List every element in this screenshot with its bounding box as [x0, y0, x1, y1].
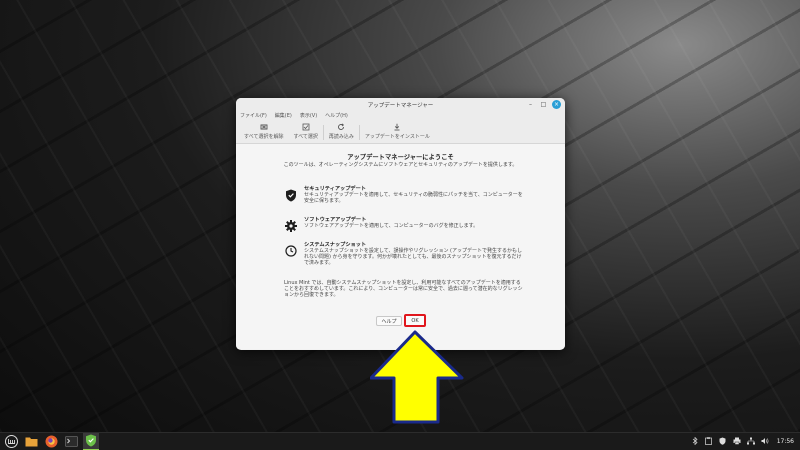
feature-description: ソフトウェアアップデートを適用して、コンピューターのバグを修正します。	[304, 223, 479, 229]
update-tray-icon[interactable]	[719, 437, 727, 447]
feature-system-snapshots: システムスナップショット システムスナップショットを設定して、誤操作やリグレッシ…	[284, 242, 524, 266]
feature-security-updates: セキュリティアップデート セキュリティアップデートを適用して、セキュリティの脆弱…	[284, 186, 524, 204]
deselect-all-label: すべて選択を解除	[244, 134, 284, 140]
window-controls: – □ ×	[526, 100, 561, 109]
help-button[interactable]: ヘルプ	[376, 316, 402, 326]
firefox-icon[interactable]	[43, 434, 59, 450]
welcome-description: このツールは、オペレーティングシステムにソフトウェアとセキュリティのアップデート…	[283, 162, 518, 168]
select-all-button[interactable]: すべて選択	[288, 121, 322, 143]
recommendation-note: Linux Mint では、自動システムスナップショットを設定し、利用可能なすべ…	[284, 280, 523, 298]
menu-help[interactable]: ヘルプ(H)	[325, 112, 348, 121]
clipboard-icon[interactable]	[705, 436, 713, 447]
minimize-button[interactable]: –	[526, 100, 535, 109]
taskbar: 17:56	[0, 432, 800, 450]
menu-file[interactable]: ファイル(F)	[240, 112, 267, 121]
refresh-label: 再読み込み	[328, 134, 354, 140]
ok-button[interactable]: OK	[404, 314, 426, 327]
terminal-icon[interactable]	[63, 434, 79, 450]
refresh-icon	[337, 123, 345, 132]
bluetooth-icon[interactable]	[691, 436, 699, 447]
feature-software-updates: ソフトウェアアップデート ソフトウェアアップデートを適用して、コンピューターのバ…	[284, 217, 524, 233]
download-icon	[393, 123, 401, 132]
window-titlebar[interactable]: アップデートマネージャー – □ ×	[236, 98, 565, 112]
network-icon[interactable]	[746, 437, 755, 447]
select-all-label: すべて選択	[293, 134, 318, 140]
shield-icon	[284, 188, 298, 202]
refresh-button[interactable]: 再読み込み	[324, 121, 359, 143]
clock-icon	[284, 244, 298, 258]
feature-description: セキュリティアップデートを適用して、セキュリティの脆弱性にパッチを当て、コンピュ…	[304, 192, 523, 204]
menu-edit[interactable]: 編集(E)	[275, 112, 292, 121]
mint-menu-icon[interactable]	[3, 434, 19, 450]
window-title: アップデートマネージャー	[367, 103, 434, 109]
feature-description: システムスナップショットを設定して、誤操作やリグレッション (アップデートで発生…	[304, 248, 522, 266]
volume-icon[interactable]	[761, 437, 769, 447]
toolbar: すべて選択を解除 すべて選択 再読み込み アップデートをインストール	[236, 121, 565, 144]
install-updates-label: アップデートをインストール	[364, 134, 430, 140]
gear-icon	[284, 219, 298, 233]
printer-icon[interactable]	[733, 437, 741, 447]
taskbar-clock[interactable]: 17:56	[777, 438, 794, 445]
menubar: ファイル(F) 編集(E) 表示(V) ヘルプ(H)	[236, 112, 565, 121]
update-manager-window: アップデートマネージャー – □ × ファイル(F) 編集(E) 表示(V) ヘ…	[236, 98, 565, 350]
select-all-icon	[302, 123, 310, 132]
welcome-panel: アップデートマネージャーにようこそ このツールは、オペレーティングシステムにソフ…	[236, 144, 565, 349]
install-updates-button[interactable]: アップデートをインストール	[360, 121, 435, 143]
deselect-icon	[260, 123, 268, 132]
menu-view[interactable]: 表示(V)	[300, 112, 317, 121]
maximize-button[interactable]: □	[539, 100, 548, 109]
deselect-all-button[interactable]: すべて選択を解除	[239, 121, 288, 143]
close-button[interactable]: ×	[552, 100, 561, 109]
files-icon[interactable]	[23, 434, 39, 450]
pointer-arrow-icon	[370, 330, 464, 424]
welcome-title: アップデートマネージャーにようこそ	[347, 154, 454, 161]
update-manager-icon[interactable]	[83, 432, 99, 450]
